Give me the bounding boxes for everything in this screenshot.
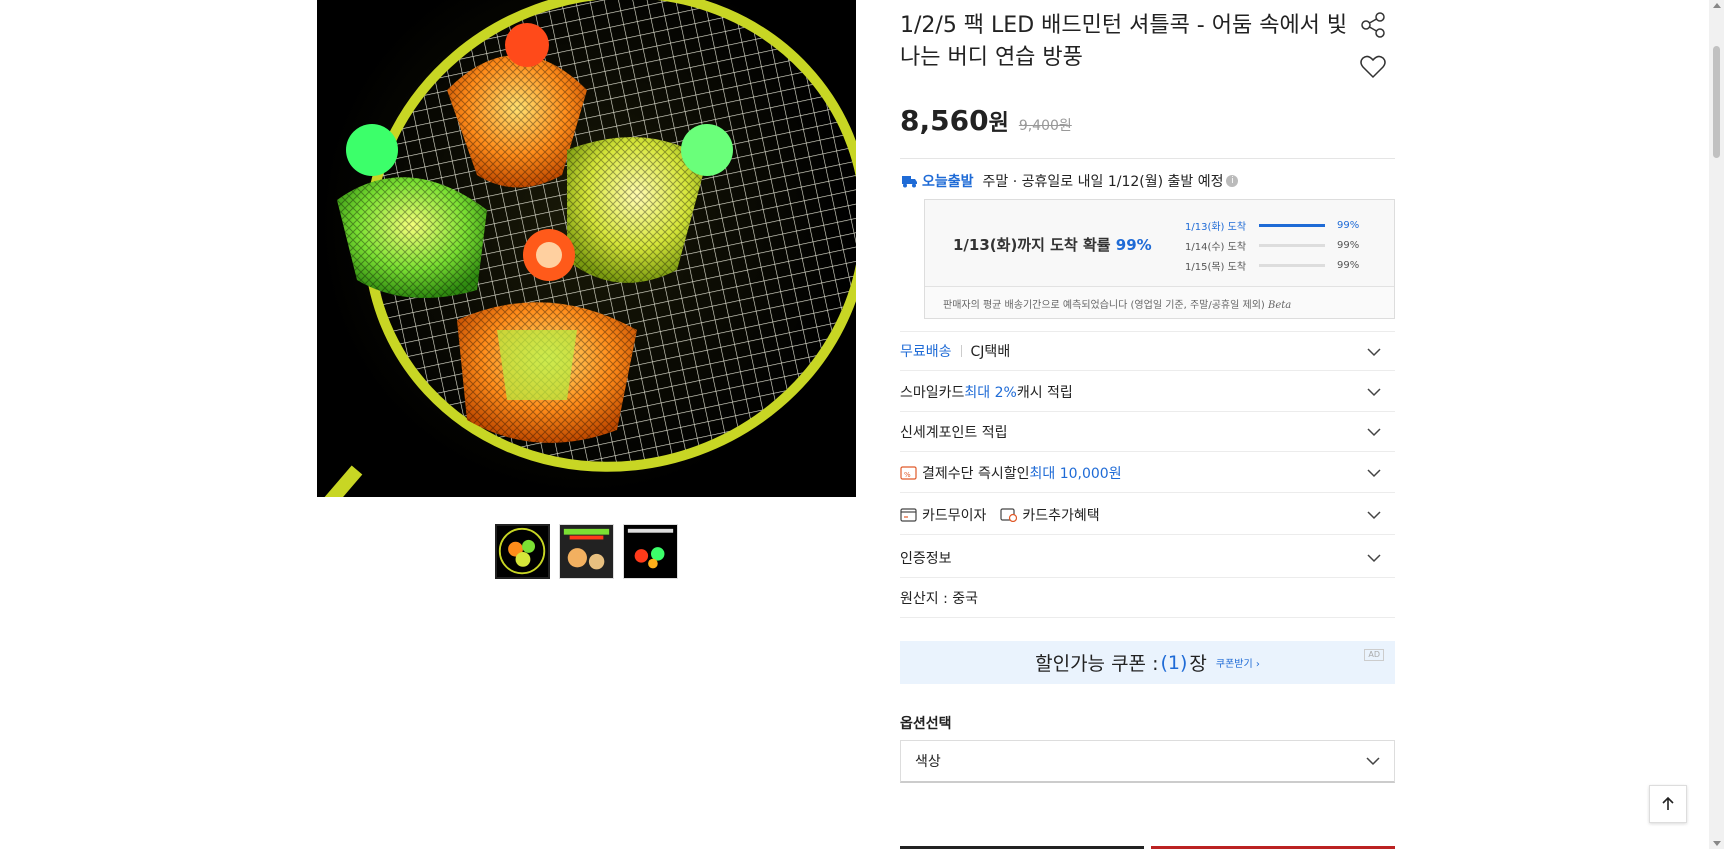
eta-bar bbox=[1259, 223, 1325, 227]
chevron-down-icon bbox=[1367, 348, 1381, 357]
scrollbar[interactable] bbox=[1709, 0, 1724, 849]
card-benefits-row[interactable]: 카드무이자 카드추가혜택 bbox=[900, 495, 1395, 535]
eta-note: 판매자의 평균 배송기간으로 예측되었습니다 (영업일 기준, 주말/공휴일 제… bbox=[925, 286, 1394, 318]
thumbnail-list bbox=[495, 524, 678, 579]
info-icon[interactable]: i bbox=[1226, 175, 1239, 187]
thumbnail-3[interactable] bbox=[623, 524, 678, 579]
product-title: 1/2/5 팩 LED 배드민턴 셔틀콕 - 어둠 속에서 빛나는 버디 연습 … bbox=[900, 13, 1348, 70]
smilecard-row[interactable]: 스마일카드 최대 2% 캐시 적립 bbox=[900, 372, 1395, 412]
payment-discount-row[interactable]: % 결제수단 즉시할인 최대 10,000원 bbox=[900, 453, 1395, 493]
certification-row[interactable]: 인증정보 bbox=[900, 538, 1395, 578]
origin-row: 원산지 : 중국 bbox=[900, 578, 1395, 618]
eta-probability: 1/13(화)까지 도착 확률 99% bbox=[953, 236, 1152, 254]
sale-price: 8,560원 bbox=[900, 104, 1009, 137]
coupon-count: (1) bbox=[1160, 651, 1188, 674]
heart-icon[interactable] bbox=[1359, 53, 1387, 81]
option-label: 옵션선택 bbox=[900, 716, 952, 732]
share-icon[interactable] bbox=[1359, 11, 1387, 39]
scroll-to-top-button[interactable] bbox=[1649, 785, 1687, 823]
coupon-banner[interactable]: 할인가능 쿠폰 : (1) 장 쿠폰받기 › AD bbox=[900, 641, 1395, 684]
scrollbar-thumb[interactable] bbox=[1713, 46, 1720, 158]
eta-item: 1/14(수) 도착 99% bbox=[1185, 239, 1360, 253]
eta-bar bbox=[1259, 263, 1325, 267]
scroll-up-arrow-icon[interactable] bbox=[1713, 3, 1721, 8]
chevron-down-icon bbox=[1367, 511, 1381, 520]
thumbnail-1[interactable] bbox=[495, 524, 550, 579]
eta-item: 1/15(목) 도착 99% bbox=[1185, 259, 1360, 273]
product-page: 1/2/5 팩 LED 배드민턴 셔틀콕 - 어둠 속에서 빛나는 버디 연습 … bbox=[0, 0, 1724, 849]
get-coupon-link[interactable]: 쿠폰받기 › bbox=[1216, 655, 1260, 670]
delivery-eta-box: 1/13(화)까지 도착 확률 99% 1/13(화) 도착 99% 1/14(… bbox=[924, 199, 1395, 319]
chevron-down-icon bbox=[1367, 388, 1381, 397]
product-main-image[interactable] bbox=[317, 0, 856, 497]
arrow-up-icon bbox=[1662, 796, 1674, 810]
chevron-down-icon bbox=[1366, 757, 1380, 766]
chevron-down-icon bbox=[1367, 554, 1381, 563]
card-plus-icon bbox=[1000, 507, 1018, 522]
original-price: 9,400원 bbox=[1018, 118, 1072, 134]
chevron-down-icon bbox=[1367, 469, 1381, 478]
card-icon bbox=[900, 507, 917, 522]
today-shipping-badge: 오늘출발 bbox=[900, 171, 974, 191]
eta-list: 1/13(화) 도착 99% 1/14(수) 도착 99% 1/15(목) 도착… bbox=[1185, 215, 1359, 275]
beta-label: Beta bbox=[1268, 300, 1292, 311]
discount-card-icon: % bbox=[900, 465, 917, 480]
chevron-down-icon bbox=[1367, 428, 1381, 437]
shipping-text: 주말 · 공휴일로 내일 1/12(월) 출발 예정 bbox=[982, 174, 1224, 190]
shuttlecock-photo bbox=[324, 0, 856, 497]
price-row: 8,560원 9,400원 bbox=[900, 104, 1072, 137]
shipping-summary: 오늘출발 주말 · 공휴일로 내일 1/12(월) 출발 예정 i bbox=[900, 171, 1239, 191]
thumbnail-2[interactable] bbox=[559, 524, 614, 579]
divider bbox=[900, 158, 1395, 159]
delivery-truck-icon bbox=[902, 176, 917, 188]
ad-badge: AD bbox=[1364, 649, 1384, 661]
eta-bar bbox=[1259, 243, 1325, 247]
delivery-row[interactable]: 무료배송 CJ택배 bbox=[900, 331, 1395, 371]
svg-text:%: % bbox=[904, 471, 911, 479]
scroll-down-arrow-icon[interactable] bbox=[1713, 841, 1721, 846]
shinsegae-point-row[interactable]: 신세계포인트 적립 bbox=[900, 412, 1395, 452]
eta-item: 1/13(화) 도착 99% bbox=[1185, 219, 1360, 233]
color-option-select[interactable]: 색상 bbox=[900, 740, 1395, 783]
